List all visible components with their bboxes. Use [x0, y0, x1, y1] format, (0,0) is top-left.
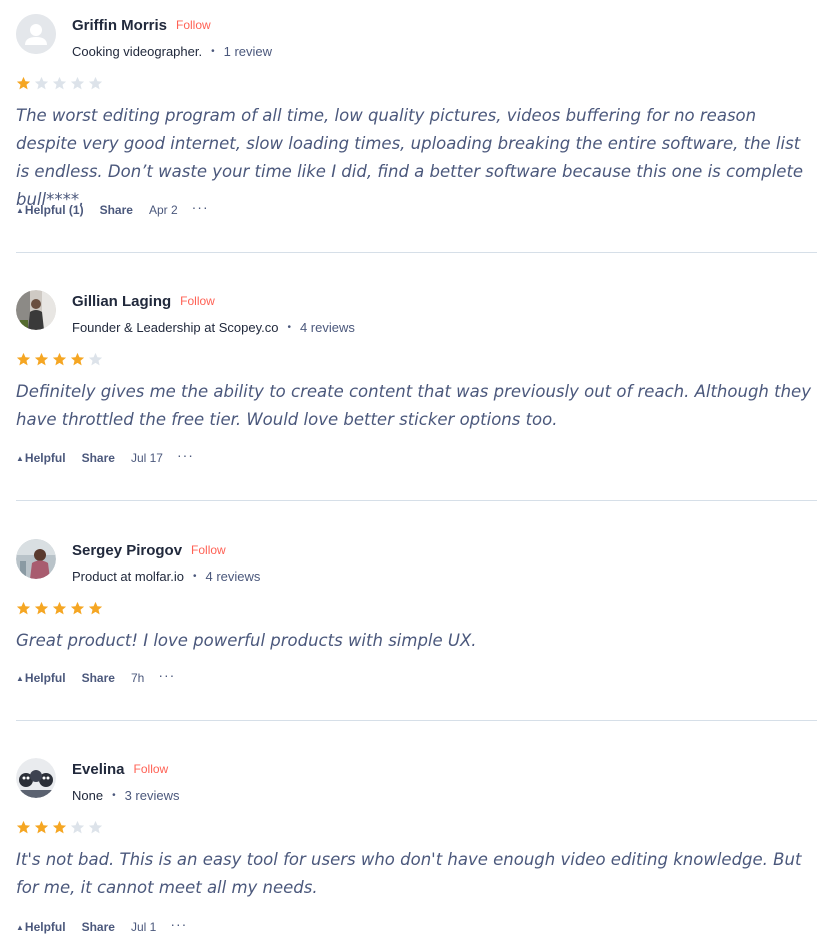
helpful-button[interactable]: ▲ Helpful (1): [16, 203, 84, 217]
reviewer-name-row: Gillian Laging Follow: [72, 290, 215, 312]
separator-dot: •: [112, 789, 116, 801]
follow-button[interactable]: Follow: [180, 294, 215, 308]
separator-dot: •: [193, 570, 197, 582]
star-filled-icon: [52, 601, 67, 615]
star-filled-icon: [34, 352, 49, 366]
star-filled-icon: [52, 820, 67, 834]
follow-button[interactable]: Follow: [134, 762, 169, 776]
reviewer-name-row: Evelina Follow: [72, 758, 168, 780]
review-actions: ▲ Helpful Share Jul 1 ···: [16, 916, 187, 936]
review-card: Gillian Laging Follow Founder & Leadersh…: [16, 290, 817, 480]
more-options-icon[interactable]: ···: [192, 199, 209, 215]
review-count[interactable]: 1 review: [224, 44, 272, 59]
star-filled-icon: [34, 820, 49, 834]
star-empty-icon: [88, 352, 103, 366]
review-actions: ▲ Helpful (1) Share Apr 2 ···: [16, 199, 209, 219]
upvote-icon: ▲: [16, 922, 24, 932]
review-date[interactable]: Jul 1: [131, 920, 156, 934]
separator-dot: •: [211, 45, 215, 57]
review-card: Sergey Pirogov Follow Product at molfar.…: [16, 539, 817, 699]
reviewer-meta: Product at molfar.io • 4 reviews: [72, 567, 260, 585]
star-empty-icon: [70, 76, 85, 90]
user-avatar[interactable]: [16, 758, 56, 798]
star-rating: [16, 820, 103, 838]
reviewer-headline: Founder & Leadership at Scopey.co: [72, 319, 279, 335]
review-count[interactable]: 3 reviews: [125, 788, 180, 803]
more-options-icon[interactable]: ···: [177, 447, 194, 463]
reviewer-meta: None • 3 reviews: [72, 786, 180, 804]
review-actions: ▲ Helpful Share Jul 17 ···: [16, 447, 194, 467]
helpful-label: Helpful (1): [24, 203, 84, 217]
share-button[interactable]: Share: [82, 451, 115, 465]
reviewer-meta: Founder & Leadership at Scopey.co • 4 re…: [72, 318, 355, 336]
share-button[interactable]: Share: [82, 671, 115, 685]
helpful-label: Helpful: [24, 671, 66, 685]
review-count[interactable]: 4 reviews: [206, 569, 261, 584]
divider: [16, 720, 817, 721]
share-button[interactable]: Share: [100, 203, 133, 217]
divider: [16, 500, 817, 501]
review-text: Great product! I love powerful products …: [16, 631, 477, 650]
reviewer-name[interactable]: Sergey Pirogov: [72, 542, 182, 559]
star-filled-icon: [88, 601, 103, 615]
review-card: Evelina Follow None • 3 reviews It's not…: [16, 758, 817, 945]
reviewer-headline: Cooking videographer.: [72, 43, 203, 59]
reviewer-headline: None: [72, 787, 104, 803]
reviewer-name-row: Sergey Pirogov Follow: [72, 539, 226, 561]
review-card: Griffin Morris Follow Cooking videograph…: [16, 14, 817, 224]
more-options-icon[interactable]: ···: [170, 916, 187, 932]
helpful-label: Helpful: [24, 920, 66, 934]
reviewer-name[interactable]: Evelina: [72, 761, 125, 778]
default-avatar-icon[interactable]: [16, 14, 56, 54]
review-count[interactable]: 4 reviews: [300, 320, 355, 335]
reviewer-name[interactable]: Griffin Morris: [72, 17, 167, 34]
star-filled-icon: [70, 601, 85, 615]
share-button[interactable]: Share: [82, 920, 115, 934]
star-filled-icon: [16, 352, 31, 366]
helpful-label: Helpful: [24, 451, 66, 465]
star-empty-icon: [52, 76, 67, 90]
review-text: The worst editing program of all time, l…: [16, 106, 804, 209]
star-filled-icon: [16, 820, 31, 834]
review-actions: ▲ Helpful Share 7h ···: [16, 667, 175, 687]
divider: [16, 252, 817, 253]
review-text: Definitely gives me the ability to creat…: [16, 382, 811, 429]
separator-dot: •: [287, 321, 291, 333]
follow-button[interactable]: Follow: [176, 18, 211, 32]
helpful-button[interactable]: ▲ Helpful: [16, 920, 66, 934]
review-text: It's not bad. This is an easy tool for u…: [16, 850, 802, 897]
review-date[interactable]: Apr 2: [149, 203, 178, 217]
review-date[interactable]: 7h: [131, 671, 144, 685]
user-avatar[interactable]: [16, 290, 56, 330]
user-avatar[interactable]: [16, 539, 56, 579]
star-rating: [16, 76, 103, 94]
upvote-icon: ▲: [16, 453, 24, 463]
upvote-icon: ▲: [16, 673, 24, 683]
star-rating: [16, 352, 103, 370]
star-empty-icon: [88, 76, 103, 90]
reviewer-meta: Cooking videographer. • 1 review: [72, 42, 272, 60]
follow-button[interactable]: Follow: [191, 543, 226, 557]
star-rating: [16, 601, 103, 619]
helpful-button[interactable]: ▲ Helpful: [16, 451, 66, 465]
star-filled-icon: [16, 601, 31, 615]
star-filled-icon: [52, 352, 67, 366]
reviewer-headline: Product at molfar.io: [72, 568, 184, 584]
review-date[interactable]: Jul 17: [131, 451, 163, 465]
more-options-icon[interactable]: ···: [158, 667, 175, 683]
upvote-icon: ▲: [16, 205, 24, 215]
star-filled-icon: [34, 601, 49, 615]
star-empty-icon: [88, 820, 103, 834]
star-empty-icon: [34, 76, 49, 90]
star-filled-icon: [16, 76, 31, 90]
helpful-button[interactable]: ▲ Helpful: [16, 671, 66, 685]
reviewer-name-row: Griffin Morris Follow: [72, 14, 211, 36]
star-empty-icon: [70, 820, 85, 834]
reviewer-name[interactable]: Gillian Laging: [72, 293, 171, 310]
star-filled-icon: [70, 352, 85, 366]
